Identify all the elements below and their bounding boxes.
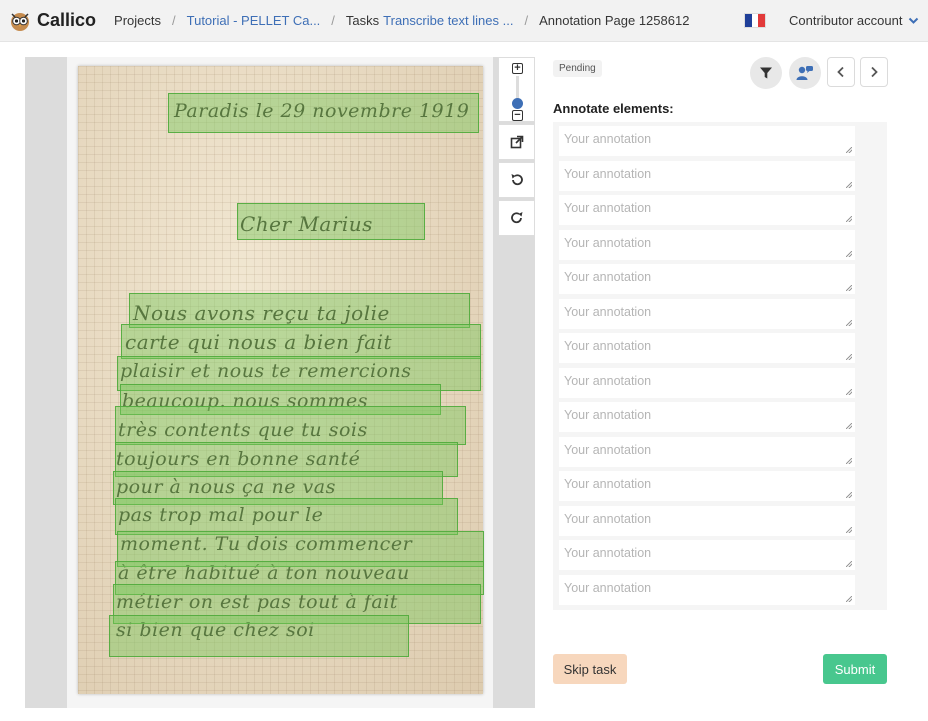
- text-line-zone[interactable]: [237, 203, 425, 240]
- annotation-field[interactable]: [559, 230, 855, 260]
- viewer-toolbar: + −: [498, 57, 535, 236]
- breadcrumb-separator: /: [524, 13, 529, 28]
- annotation-list: [553, 122, 887, 610]
- rotate-right-button[interactable]: [498, 200, 535, 236]
- top-navbar: Callico Projects / Tutorial - PELLET Ca.…: [0, 0, 928, 42]
- annotation-field[interactable]: [559, 161, 855, 191]
- breadcrumb-projects[interactable]: Projects: [114, 13, 161, 28]
- document-viewer[interactable]: Paradis le 29 novembre 1919 Cher Marius …: [25, 57, 535, 708]
- annotation-field[interactable]: [559, 264, 855, 294]
- zoom-control: + −: [498, 57, 535, 122]
- filter-button[interactable]: [750, 57, 782, 89]
- breadcrumb-current-page: Annotation Page 1258612: [539, 13, 690, 28]
- breadcrumb-separator: /: [331, 13, 335, 28]
- account-menu[interactable]: Contributor account: [789, 13, 919, 28]
- annotate-heading: Annotate elements:: [553, 101, 674, 116]
- annotation-field[interactable]: [559, 126, 855, 156]
- annotation-field[interactable]: [559, 333, 855, 363]
- chevron-right-icon: [871, 66, 878, 78]
- chevron-left-icon: [837, 66, 844, 78]
- text-line-zone[interactable]: [115, 498, 458, 535]
- annotation-field[interactable]: [559, 506, 855, 536]
- next-button[interactable]: [860, 57, 888, 87]
- user-comment-icon: [796, 66, 813, 80]
- users-button[interactable]: [789, 57, 821, 89]
- owl-logo-icon: [11, 12, 29, 31]
- annotation-field[interactable]: [559, 471, 855, 501]
- external-link-icon: [510, 135, 523, 149]
- brand[interactable]: Callico: [9, 10, 96, 32]
- filter-icon: [760, 67, 772, 79]
- skip-task-button[interactable]: Skip task: [553, 654, 627, 684]
- annotation-field[interactable]: [559, 368, 855, 398]
- text-line-zone[interactable]: [121, 324, 481, 359]
- breadcrumb: Projects / Tutorial - PELLET Ca... / Tas…: [114, 13, 689, 28]
- annotation-field[interactable]: [559, 540, 855, 570]
- rotate-left-button[interactable]: [498, 162, 535, 198]
- breadcrumb-tasks-prefix: Tasks: [345, 13, 380, 28]
- rotate-left-icon: [511, 174, 523, 186]
- breadcrumb-project[interactable]: Tutorial - PELLET Ca...: [187, 13, 321, 28]
- text-line-zone[interactable]: [129, 293, 470, 328]
- submit-button[interactable]: Submit: [823, 654, 887, 684]
- zoom-slider-knob[interactable]: [512, 98, 523, 109]
- brand-name: Callico: [37, 10, 97, 30]
- annotation-field[interactable]: [559, 299, 855, 329]
- annotation-field[interactable]: [559, 195, 855, 225]
- breadcrumb-tasks[interactable]: Transcribe text lines ...: [383, 13, 513, 28]
- plus-icon[interactable]: +: [512, 63, 523, 74]
- rotate-right-icon: [510, 212, 522, 224]
- annotation-field[interactable]: [559, 575, 855, 605]
- annotation-field[interactable]: [559, 437, 855, 467]
- text-line-zone[interactable]: [168, 93, 479, 133]
- chevron-down-icon: [909, 17, 919, 24]
- text-line-zone[interactable]: [115, 406, 466, 445]
- account-label: Contributor account: [789, 13, 903, 28]
- text-line-zone[interactable]: [109, 615, 409, 657]
- annotation-field[interactable]: [559, 402, 855, 432]
- status-badge: Pending: [553, 60, 602, 77]
- breadcrumb-separator: /: [172, 13, 176, 28]
- minus-icon[interactable]: −: [512, 110, 523, 121]
- french-flag-icon[interactable]: [744, 13, 766, 28]
- previous-button[interactable]: [827, 57, 855, 87]
- open-image-button[interactable]: [498, 124, 535, 160]
